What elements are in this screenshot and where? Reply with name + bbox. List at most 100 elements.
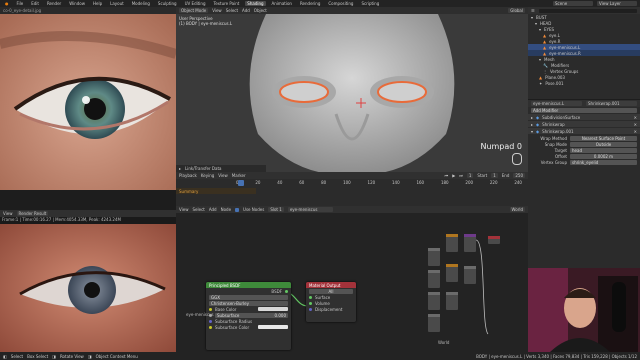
world-node[interactable] bbox=[428, 248, 440, 266]
snap-mode-dropdown[interactable]: Outside bbox=[570, 141, 637, 147]
menu-help[interactable]: Help bbox=[91, 1, 104, 6]
world-node[interactable] bbox=[428, 270, 440, 288]
frame-tick: 160 bbox=[416, 180, 425, 185]
displacement-socket[interactable] bbox=[309, 307, 312, 311]
modifier-name[interactable]: Shrinkwrap.001 bbox=[542, 129, 631, 134]
world-node[interactable] bbox=[446, 234, 458, 252]
properties-editor[interactable]: eye-meniscus.L Shrinkwrap.001 Add Modifi… bbox=[528, 100, 640, 268]
material-output-title: Material Output bbox=[309, 282, 341, 288]
base-color-swatch[interactable] bbox=[258, 307, 288, 311]
chevron-right-icon[interactable]: ▸ bbox=[531, 122, 533, 127]
menu-window[interactable]: Window bbox=[67, 1, 87, 6]
timeline-menu-view[interactable]: View bbox=[218, 173, 228, 178]
start-frame-field[interactable]: 1 bbox=[491, 173, 498, 178]
tab-modeling[interactable]: Modeling bbox=[130, 1, 152, 6]
mode-selector[interactable]: Object Mode bbox=[179, 8, 209, 13]
orientation-selector[interactable]: Global bbox=[508, 8, 525, 13]
jump-end-icon[interactable]: ⏭ bbox=[459, 173, 463, 178]
modifier-panel[interactable]: ▸ ◆ Shrinkwrap ✕ bbox=[528, 121, 640, 127]
wrap-method-dropdown[interactable]: Nearest Surface Point bbox=[570, 135, 637, 141]
subsurface-field[interactable]: Subsurface 0.000 bbox=[215, 312, 288, 318]
active-object-label: (1) BODY | eye-meniscus.L bbox=[179, 21, 233, 26]
tab-texture-paint[interactable]: Texture Paint bbox=[211, 1, 241, 6]
modifier-panel[interactable]: ▾ ◆ Shrinkwrap.001 ✕ bbox=[528, 128, 640, 134]
world-node[interactable] bbox=[428, 314, 440, 332]
timeline-menu-playback[interactable]: Playback bbox=[179, 173, 197, 178]
blender-logo-icon[interactable]: ● bbox=[3, 1, 11, 6]
subsurface-radius-socket[interactable] bbox=[209, 319, 212, 323]
modifier-panel[interactable]: ▸ ◆ SubdivisionSurface ✕ bbox=[528, 114, 640, 120]
subsurface-color-socket[interactable] bbox=[209, 325, 212, 329]
last-operator-panel[interactable]: ▸ Link/Transfer Data bbox=[176, 165, 266, 172]
outliner-search-input[interactable] bbox=[538, 8, 637, 13]
outliner[interactable]: ☰ ▾ BUST ▾ HEAD ▾ EYES ▲ eye.L ▲ eye.R ▲ eye-m… bbox=[528, 7, 640, 99]
shader-node-editor[interactable]: View Select Add Node Use Nodes Slot 1 ey… bbox=[176, 206, 528, 352]
add-modifier-button[interactable]: Add Modifier bbox=[531, 107, 637, 113]
material-output-node[interactable]: Material Output All Surface Volume Displ… bbox=[306, 282, 356, 322]
scene-selector[interactable]: Scene bbox=[553, 1, 593, 6]
timeline[interactable]: Playback Keying View Marker ⏮ ▶ ⏭ 1 Star… bbox=[176, 172, 528, 206]
target-field[interactable]: head bbox=[570, 147, 637, 153]
tab-shading[interactable]: Shading bbox=[245, 1, 266, 6]
tab-uv-editing[interactable]: UV Editing bbox=[183, 1, 208, 6]
render-editor-header: View Render Result bbox=[0, 210, 176, 217]
tab-layout[interactable]: Layout bbox=[108, 1, 126, 6]
bsdf-output-socket[interactable] bbox=[285, 289, 288, 293]
vertex-group-field[interactable]: shrink_eyelid bbox=[570, 159, 637, 165]
chevron-right-icon[interactable]: ▸ bbox=[531, 115, 533, 120]
viewport-menu-add[interactable]: Add bbox=[242, 8, 250, 13]
tab-compositing[interactable]: Compositing bbox=[326, 1, 355, 6]
outliner-item[interactable]: ✦ Pose.001 bbox=[528, 80, 640, 86]
world-node[interactable] bbox=[428, 292, 440, 310]
play-icon[interactable]: ▶ bbox=[452, 173, 455, 178]
world-node[interactable] bbox=[446, 264, 458, 282]
data-name-field[interactable]: Shrinkwrap.001 bbox=[586, 101, 637, 106]
outliner-filter-icon[interactable]: ☰ bbox=[531, 8, 535, 13]
principled-bsdf-node[interactable]: Principled BSDF BSDF GGX Christensen-Bur… bbox=[206, 282, 291, 350]
world-node[interactable] bbox=[446, 292, 458, 310]
tab-rendering[interactable]: Rendering bbox=[298, 1, 322, 6]
tab-scripting[interactable]: Scripting bbox=[359, 1, 381, 6]
output-target-dropdown[interactable]: All bbox=[309, 288, 353, 294]
subsurface-color-swatch[interactable] bbox=[258, 325, 288, 329]
mouse-right-icon: ◨ bbox=[87, 353, 92, 359]
viewport-menu-select[interactable]: Select bbox=[226, 8, 238, 13]
tab-animation[interactable]: Animation bbox=[270, 1, 294, 6]
close-icon[interactable]: ✕ bbox=[634, 122, 637, 127]
volume-socket[interactable] bbox=[309, 301, 312, 305]
subsurface-method-dropdown[interactable]: Christensen-Burley bbox=[209, 300, 288, 306]
render-view-menu[interactable]: View bbox=[3, 211, 13, 216]
render-slot-selector[interactable]: Render Result bbox=[16, 211, 49, 216]
tab-sculpting[interactable]: Sculpting bbox=[156, 1, 179, 6]
world-node[interactable] bbox=[464, 234, 476, 252]
view-layer-selector[interactable]: View Layer bbox=[597, 1, 637, 6]
viewport-menu-object[interactable]: Object bbox=[254, 8, 267, 13]
playhead[interactable] bbox=[238, 180, 244, 186]
outliner-header: ☰ bbox=[528, 7, 640, 14]
modifier-name[interactable]: SubdivisionSurface bbox=[542, 115, 631, 120]
current-frame-field[interactable]: 1 bbox=[466, 173, 474, 178]
chevron-down-icon[interactable]: ▾ bbox=[531, 129, 533, 134]
distribution-dropdown[interactable]: GGX bbox=[209, 294, 288, 300]
world-node[interactable] bbox=[464, 266, 476, 284]
timeline-menu-marker[interactable]: Marker bbox=[232, 173, 246, 178]
close-icon[interactable]: ✕ bbox=[634, 129, 637, 134]
world-node[interactable] bbox=[488, 236, 500, 244]
jump-start-icon[interactable]: ⏮ bbox=[445, 173, 449, 178]
close-icon[interactable]: ✕ bbox=[634, 115, 637, 120]
3d-viewport[interactable]: Object Mode View Select Add Object Globa… bbox=[176, 7, 528, 172]
surface-socket[interactable] bbox=[309, 295, 312, 299]
viewport-menu-view[interactable]: View bbox=[212, 8, 222, 13]
base-color-socket[interactable] bbox=[209, 307, 212, 311]
menu-file[interactable]: File bbox=[15, 1, 26, 6]
end-frame-field[interactable]: 250 bbox=[513, 173, 525, 178]
offset-field[interactable]: 0.0002 m bbox=[570, 153, 637, 159]
timeline-ruler[interactable]: 0 20 40 60 80 100 120 140 160 180 200 22… bbox=[176, 180, 528, 186]
status-context-menu: Object Context Menu bbox=[95, 353, 138, 359]
menu-render[interactable]: Render bbox=[45, 1, 63, 6]
object-name-field[interactable]: eye-meniscus.L bbox=[531, 101, 582, 106]
scene-stats: BODY | eye-meniscus.L | Verts 3,340 | Fa… bbox=[476, 353, 637, 359]
timeline-menu-keying[interactable]: Keying bbox=[201, 173, 214, 178]
modifier-name[interactable]: Shrinkwrap bbox=[542, 122, 631, 127]
menu-edit[interactable]: Edit bbox=[29, 1, 41, 6]
